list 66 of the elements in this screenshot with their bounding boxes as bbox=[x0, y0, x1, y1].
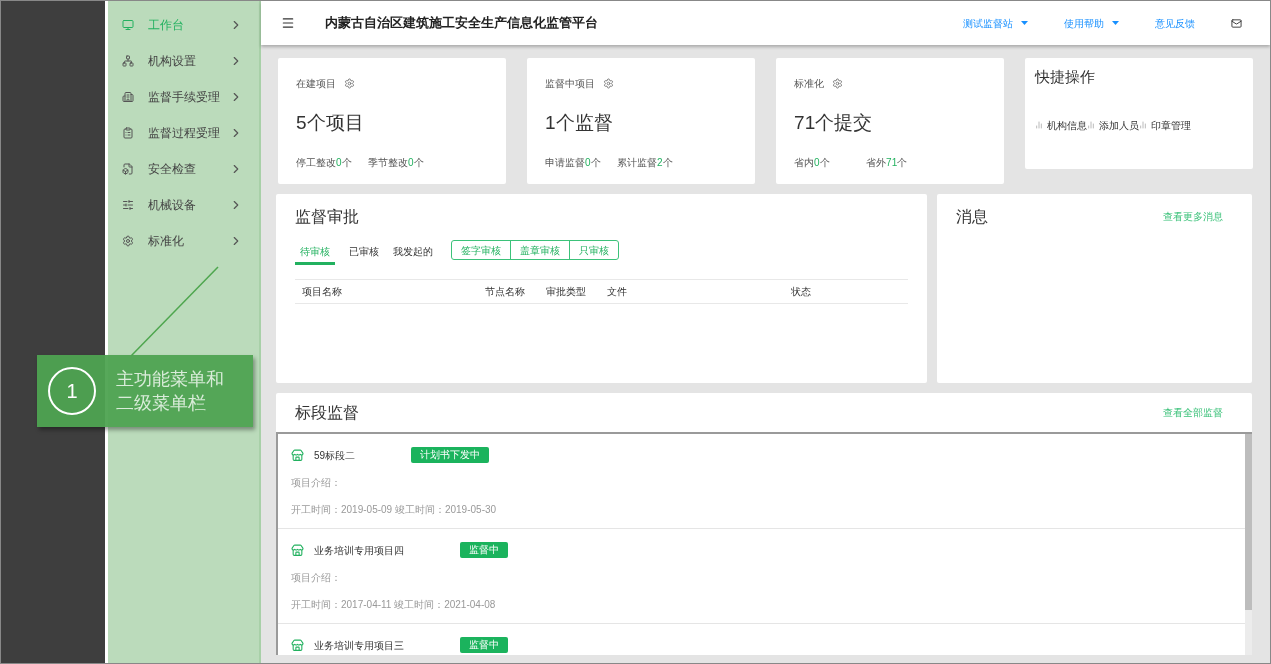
project-dates: 开工时间：2017-04-11 竣工时间：2021-04-08 bbox=[291, 598, 497, 612]
quick-action-link[interactable]: 添加人员 bbox=[1087, 117, 1140, 133]
panel-title: 监督审批 bbox=[295, 207, 359, 227]
card-stat: 省内0个 bbox=[794, 155, 831, 170]
column-header: 节点名称 bbox=[485, 285, 526, 299]
bar-chart-icon bbox=[1087, 121, 1096, 129]
card-title: 标准化 bbox=[794, 77, 825, 91]
building-icon bbox=[122, 91, 134, 103]
settings-icon[interactable] bbox=[832, 78, 844, 89]
card-value: 5个项目 bbox=[296, 111, 364, 135]
store-icon bbox=[291, 448, 304, 462]
list-icon bbox=[122, 127, 134, 139]
project-dates: 开工时间：2019-05-09 竣工时间：2019-05-30 bbox=[291, 503, 498, 517]
card-value: 1个监督 bbox=[545, 111, 613, 135]
card-title: 监督中项目 bbox=[545, 77, 596, 91]
store-icon bbox=[291, 543, 304, 557]
settings-icon bbox=[122, 235, 134, 247]
card-stat: 申请监督0个 bbox=[545, 155, 602, 170]
monitor-icon bbox=[122, 19, 134, 31]
store-icon bbox=[291, 638, 304, 652]
quick-action-link[interactable]: 机构信息 bbox=[1035, 117, 1088, 133]
sidebar-item[interactable]: 监督手续受理 bbox=[108, 79, 259, 115]
caret-icon bbox=[1112, 21, 1119, 25]
column-header: 审批类型 bbox=[546, 285, 587, 299]
card-value: 71个提交 bbox=[794, 111, 873, 135]
settings-icon[interactable] bbox=[344, 78, 355, 89]
sidebar-item[interactable]: 安全检查 bbox=[108, 151, 259, 187]
tab[interactable]: 我发起的 bbox=[393, 239, 433, 265]
menu-icon[interactable] bbox=[281, 16, 295, 30]
tab[interactable]: 已审核 bbox=[349, 239, 379, 265]
status-badge: 监督中 bbox=[460, 637, 508, 653]
panel-title: 消息 bbox=[956, 207, 988, 227]
callout-text: 主功能菜单和 二级菜单栏 bbox=[116, 368, 224, 415]
card-stat: 季节整改0个 bbox=[368, 155, 424, 170]
app-title: 内蒙古自治区建筑施工安全生产信息化监管平台 bbox=[325, 14, 598, 33]
file-icon bbox=[122, 163, 134, 175]
sliders-icon bbox=[122, 199, 134, 211]
mail-icon[interactable] bbox=[1231, 17, 1242, 29]
status-badge: 计划书下发中 bbox=[411, 447, 490, 463]
sidebar-item[interactable]: 监督过程受理 bbox=[108, 115, 259, 151]
card-stat: 停工整改0个 bbox=[296, 155, 353, 170]
step-number: 1 bbox=[48, 367, 96, 415]
caret-icon bbox=[1021, 21, 1028, 25]
bar-chart-icon bbox=[1139, 121, 1148, 129]
section-name: 59标段二 bbox=[314, 448, 356, 463]
sidebar-item[interactable]: 机械设备 bbox=[108, 187, 259, 223]
project-intro: 项目介绍： bbox=[291, 571, 342, 585]
sidebar-item[interactable]: 标准化 bbox=[108, 223, 259, 259]
column-header: 项目名称 bbox=[302, 285, 343, 299]
section-name: 业务培训专用项目四 bbox=[314, 543, 404, 558]
section-name: 业务培训专用项目三 bbox=[314, 638, 404, 653]
card-title: 快捷操作 bbox=[1035, 67, 1097, 87]
project-intro: 项目介绍： bbox=[291, 476, 342, 490]
column-header: 状态 bbox=[791, 285, 811, 299]
card-stat: 累计监督2个 bbox=[617, 155, 673, 170]
card-stat: 省外71个 bbox=[866, 155, 908, 170]
network-icon bbox=[122, 55, 134, 67]
card-title: 在建项目 bbox=[296, 77, 336, 91]
column-header: 文件 bbox=[607, 285, 628, 299]
quick-action-link[interactable]: 印章管理 bbox=[1139, 117, 1192, 133]
scrollbar[interactable] bbox=[1245, 434, 1252, 655]
bar-chart-icon bbox=[1035, 121, 1044, 129]
sidebar-item[interactable]: 机构设置 bbox=[108, 43, 259, 79]
settings-icon[interactable] bbox=[603, 78, 615, 89]
status-badge: 监督中 bbox=[460, 542, 508, 558]
panel-title: 标段监督 bbox=[295, 402, 359, 423]
